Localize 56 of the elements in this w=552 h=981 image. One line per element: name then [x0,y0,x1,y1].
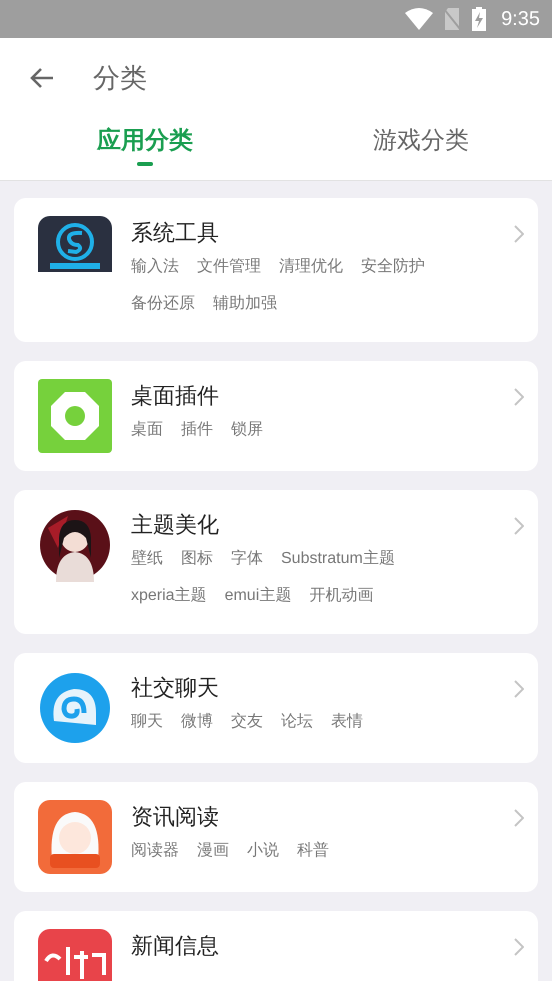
tag-link[interactable]: 聊天 [131,705,163,742]
chevron-right-icon [514,517,524,535]
spiral-icon [38,671,112,745]
tag-link[interactable]: 安全防护 [361,250,425,287]
chevron-right-icon [514,938,524,956]
tag-link[interactable]: 清理优化 [279,250,343,287]
tag-link[interactable]: 科普 [297,834,329,871]
tag-link[interactable]: 开机动画 [309,579,374,616]
tag-link[interactable]: 输入法 [131,250,179,287]
category-card[interactable]: 社交聊天 聊天 微博 交友 论坛 表情 [14,653,538,763]
category-title: 主题美化 [131,511,220,539]
app-icon [38,216,112,290]
page-title: 分类 [93,62,147,96]
category-card[interactable]: 新闻信息 [14,911,538,981]
tag-link[interactable]: 壁纸 [131,542,163,579]
tag-link[interactable]: 图标 [181,542,213,579]
wifi-icon [405,8,434,30]
tag-link[interactable]: Substratum主题 [281,542,395,579]
tag-link[interactable]: 论坛 [281,705,313,742]
tag-link[interactable]: 文件管理 [197,250,261,287]
category-title: 新闻信息 [131,932,220,960]
category-title: 系统工具 [131,219,220,247]
category-title: 资讯阅读 [131,803,220,831]
category-card[interactable]: 资讯阅读 阅读器 漫画 小说 科普 [14,782,538,892]
app-icon [38,929,112,981]
tag-link[interactable]: 锁屏 [231,413,263,450]
tag-link[interactable]: 交友 [231,705,263,742]
tag-link[interactable]: 表情 [331,705,363,742]
cartoon-girl-icon [38,800,112,874]
tag-link[interactable]: 阅读器 [131,834,179,871]
tag-link[interactable]: 辅助加强 [213,287,277,324]
chevron-right-icon [514,388,524,406]
tag-link[interactable]: 微博 [181,705,213,742]
tag-link[interactable]: 小说 [247,834,279,871]
tab-indicator [137,162,153,166]
category-card[interactable]: 主题美化 壁纸 图标 字体 Substratum主题 xperia主题 emui主题 开机动画 [14,490,538,634]
chevron-right-icon [514,809,524,827]
chevron-right-icon [514,225,524,243]
battery-charging-icon [471,7,488,31]
chevron-right-icon [514,680,524,698]
category-card[interactable]: 桌面插件 桌面 插件 锁屏 [14,361,538,471]
category-title: 桌面插件 [131,382,220,410]
tab[interactable]: 应用分类 [0,118,290,180]
tag-link[interactable]: 备份还原 [131,287,195,324]
category-title: 社交聊天 [131,674,220,702]
tag-link[interactable]: xperia主题 [131,579,207,616]
avatar-icon [38,508,112,582]
tag-link[interactable]: emui主题 [224,579,292,616]
tag-link[interactable]: 漫画 [197,834,229,871]
category-card[interactable]: 系统工具 输入法 文件管理 清理优化 安全防护 备份还原 辅助加强 [14,198,538,342]
clock-time: 9:35 [501,8,540,30]
tag-link[interactable]: 桌面 [131,413,163,450]
tag-link[interactable]: 字体 [231,542,263,579]
tag-link[interactable]: 插件 [181,413,213,450]
tab[interactable]: 游戏分类 [290,118,552,180]
no-sim-icon [443,8,462,30]
